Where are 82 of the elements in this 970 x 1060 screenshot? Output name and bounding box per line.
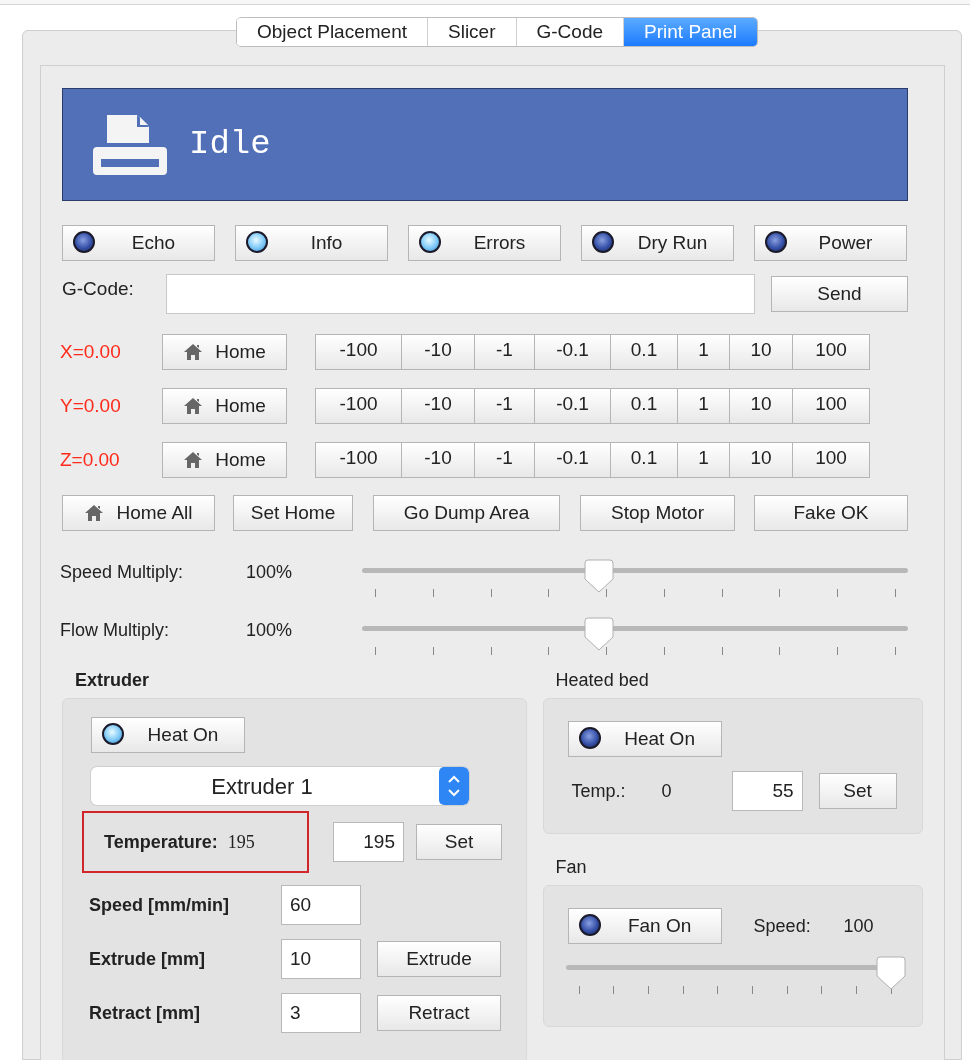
jog-step-button[interactable]: -1 (474, 388, 535, 424)
parameter-label: Extrude [mm] (89, 947, 206, 971)
set-button[interactable]: Set (416, 824, 502, 860)
jog-step-button[interactable]: 100 (792, 334, 870, 370)
jog-step-button[interactable]: 0.1 (610, 388, 678, 424)
house-icon (183, 397, 204, 415)
jog-step-button[interactable]: -0.1 (534, 388, 611, 424)
multiplier-value: 100% (246, 561, 294, 584)
house-icon (183, 343, 204, 361)
jog-step-button[interactable]: -10 (401, 388, 475, 424)
temperature-label: Temperature: (104, 830, 218, 854)
fan-speed-value: 100 (843, 914, 874, 938)
jog-step-button[interactable]: 10 (729, 334, 793, 370)
temperature-value: 195 (227, 830, 255, 854)
slider-thumb[interactable] (583, 559, 614, 593)
bed-temp-input[interactable]: 55 (731, 771, 803, 811)
jog-step-button[interactable]: 1 (677, 442, 730, 478)
action-button[interactable]: Fake OK (754, 495, 908, 531)
toggle-button[interactable]: Fan On (567, 908, 722, 944)
jog-step-button[interactable]: 1 (677, 388, 730, 424)
jog-step-button[interactable]: 100 (792, 388, 870, 424)
section-title: Fan (555, 856, 588, 879)
toggle-button[interactable]: Heat On (567, 721, 722, 757)
toggle-button[interactable]: Echo (62, 225, 215, 261)
home-button[interactable]: Home (162, 334, 287, 370)
jog-step-button[interactable]: -0.1 (534, 334, 611, 370)
jog-step-button[interactable]: 100 (792, 442, 870, 478)
axis-position: Z=0.00 (60, 447, 121, 472)
bed-temp-value: 0 (661, 779, 673, 803)
jog-step-button[interactable]: -1 (474, 334, 535, 370)
parameter-button[interactable]: Retract (377, 995, 501, 1031)
section-title: Heated bed (555, 669, 650, 692)
parameter-label: Speed [mm/min] (89, 893, 231, 917)
section-title: Extruder (75, 669, 151, 692)
set-button[interactable]: Set (818, 773, 897, 809)
toggle-button[interactable]: Errors (408, 225, 561, 261)
jog-step-button[interactable]: 10 (729, 388, 793, 424)
action-button[interactable]: Stop Motor (580, 495, 735, 531)
jog-step-button[interactable]: -100 (315, 334, 402, 370)
home-button[interactable]: Home (162, 442, 287, 478)
slider-thumb[interactable] (875, 956, 906, 990)
parameter-button[interactable]: Extrude (377, 941, 501, 977)
parameter-label: Retract [mm] (89, 1001, 202, 1025)
printer-icon (93, 114, 167, 175)
jog-step-button[interactable]: -10 (401, 442, 475, 478)
home-button[interactable]: Home (162, 388, 287, 424)
jog-step-button[interactable]: -100 (315, 388, 402, 424)
house-icon (84, 504, 105, 522)
parameter-input[interactable]: 60 (281, 885, 361, 925)
jog-step-button[interactable]: -0.1 (534, 442, 611, 478)
slider-thumb[interactable] (583, 617, 614, 651)
temperature-input[interactable]: 195 (333, 822, 404, 862)
multiplier-value: 100% (246, 619, 294, 642)
gcode-input[interactable] (166, 274, 755, 314)
gcode-label: G-Code: (62, 276, 135, 301)
axis-position: Y=0.00 (60, 393, 122, 418)
jog-step-button[interactable]: -1 (474, 442, 535, 478)
jog-step-button[interactable]: 0.1 (610, 442, 678, 478)
toggle-button[interactable]: Power (754, 225, 907, 261)
jog-step-button[interactable]: -100 (315, 442, 402, 478)
action-button[interactable]: Home All (62, 495, 215, 531)
axis-position: X=0.00 (60, 339, 122, 364)
bed-temp-label: Temp.: (571, 779, 627, 803)
multiplier-label: Speed Multiply: (60, 561, 185, 584)
parameter-input[interactable]: 10 (281, 939, 361, 979)
toggle-button[interactable]: Heat On (91, 717, 245, 753)
multiplier-label: Flow Multiply: (60, 619, 171, 642)
status-text: Idle (189, 124, 271, 165)
house-icon (183, 451, 204, 469)
parameter-input[interactable]: 3 (281, 993, 361, 1033)
action-button[interactable]: Go Dump Area (373, 495, 560, 531)
jog-step-button[interactable]: 10 (729, 442, 793, 478)
jog-step-button[interactable]: -10 (401, 334, 475, 370)
toggle-button[interactable]: Info (235, 225, 388, 261)
jog-step-button[interactable]: 0.1 (610, 334, 678, 370)
stepper-icon (439, 767, 469, 805)
extruder-select[interactable]: Extruder 1 (91, 767, 469, 805)
action-button[interactable]: Set Home (233, 495, 353, 531)
jog-step-button[interactable]: 1 (677, 334, 730, 370)
toggle-button[interactable]: Dry Run (581, 225, 734, 261)
fan-speed-label: Speed: (753, 914, 812, 938)
send-button[interactable]: Send (771, 276, 908, 312)
